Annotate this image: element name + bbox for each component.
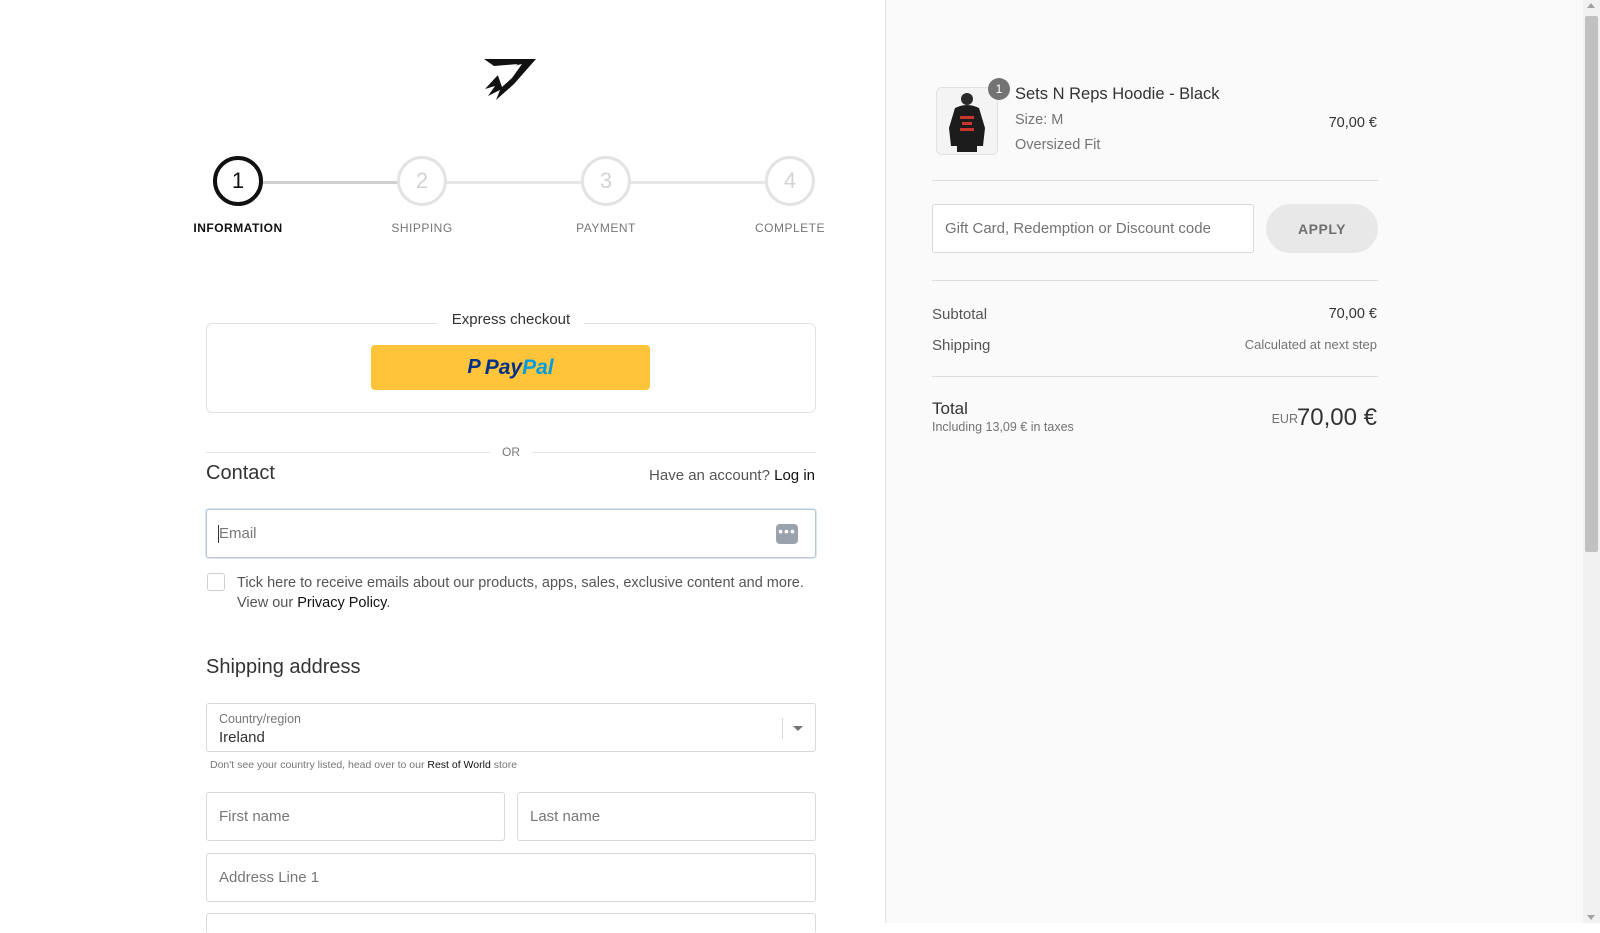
discount-code-input[interactable] bbox=[932, 204, 1254, 253]
subtotal-label: Subtotal bbox=[932, 306, 988, 323]
country-hint: Don't see your country listed, head over… bbox=[210, 759, 517, 771]
step-2-label: SHIPPING bbox=[391, 221, 453, 235]
scrollbar-thumb[interactable] bbox=[1585, 16, 1598, 552]
country-select[interactable]: Country/region Ireland bbox=[206, 703, 816, 752]
step-1-label: INFORMATION bbox=[193, 221, 283, 235]
country-label: Country/region bbox=[219, 712, 301, 726]
paypal-wordmark-pay: Pay bbox=[484, 355, 523, 379]
total-value: 70,00 € bbox=[1296, 404, 1377, 431]
shipping-cost-value: Calculated at next step bbox=[1244, 337, 1377, 352]
step-connector-3 bbox=[630, 181, 766, 184]
country-value: Ireland bbox=[219, 729, 265, 746]
country-hint-suffix: store bbox=[490, 759, 518, 771]
email-input[interactable] bbox=[206, 509, 816, 558]
last-name-input[interactable] bbox=[517, 792, 816, 841]
subtotal-value: 70,00 € bbox=[1328, 306, 1377, 322]
product-thumbnail bbox=[936, 87, 998, 155]
total-currency: EUR bbox=[1271, 412, 1298, 426]
product-fit: Oversized Fit bbox=[1015, 137, 1101, 153]
step-connector-1 bbox=[262, 181, 398, 184]
step-4-label: COMPLETE bbox=[754, 221, 825, 235]
text-caret bbox=[218, 525, 219, 543]
scroll-down-arrow-icon[interactable] bbox=[1587, 915, 1595, 920]
shipping-address-heading: Shipping address bbox=[206, 656, 361, 678]
taxes-note: Including 13,09 € in taxes bbox=[932, 420, 1074, 434]
autofill-dots-icon[interactable]: ••• bbox=[776, 524, 798, 544]
account-prompt: Have an account? Log in bbox=[515, 467, 815, 484]
first-name-input[interactable] bbox=[206, 792, 505, 841]
rest-of-world-link[interactable]: Rest of World bbox=[427, 759, 490, 771]
country-hint-text: Don't see your country listed, head over… bbox=[210, 759, 428, 771]
page-scrollbar[interactable] bbox=[1583, 0, 1600, 923]
apply-discount-button[interactable]: APPLY bbox=[1266, 204, 1378, 253]
express-checkout-title: Express checkout bbox=[438, 311, 584, 328]
or-divider-text: OR bbox=[502, 445, 520, 459]
step-3-label: PAYMENT bbox=[576, 221, 636, 235]
contact-heading: Contact bbox=[206, 462, 275, 484]
paypal-wordmark-pal: Pal bbox=[522, 355, 554, 379]
shipping-cost-label: Shipping bbox=[932, 337, 991, 354]
paypal-logo-icon: P bbox=[467, 356, 481, 378]
step-2-circle: 2 bbox=[397, 156, 447, 206]
newsletter-text-suffix: . bbox=[386, 595, 391, 611]
address-line-2-input[interactable] bbox=[206, 913, 816, 933]
or-divider-right bbox=[532, 452, 816, 453]
product-size: Size: M bbox=[1015, 112, 1064, 128]
total-label: Total bbox=[932, 399, 968, 418]
newsletter-checkbox[interactable] bbox=[207, 573, 225, 591]
select-separator bbox=[782, 718, 783, 739]
scroll-up-arrow-icon[interactable] bbox=[1587, 3, 1595, 8]
address-line-1-input[interactable] bbox=[206, 853, 816, 902]
privacy-policy-link[interactable]: Privacy Policy bbox=[297, 595, 386, 611]
step-4-circle: 4 bbox=[765, 156, 815, 206]
step-1-circle[interactable]: 1 bbox=[213, 156, 263, 206]
account-prompt-text: Have an account? bbox=[649, 467, 770, 484]
summary-divider-1 bbox=[932, 180, 1378, 181]
product-price: 70,00 € bbox=[1328, 115, 1377, 131]
newsletter-label: Tick here to receive emails about our pr… bbox=[237, 573, 827, 613]
summary-divider-3 bbox=[932, 376, 1378, 377]
or-divider-left bbox=[206, 452, 490, 453]
chevron-down-icon[interactable] bbox=[793, 726, 803, 731]
step-3-circle: 3 bbox=[581, 156, 631, 206]
paypal-button[interactable]: P Pay Pal bbox=[371, 345, 650, 390]
product-name: Sets N Reps Hoodie - Black bbox=[1015, 85, 1220, 103]
gymshark-logo-icon[interactable] bbox=[482, 56, 538, 102]
hoodie-image-icon bbox=[937, 88, 997, 154]
step-connector-2 bbox=[446, 181, 582, 184]
checkout-form-panel: 1 2 3 4 INFORMATION SHIPPING PAYMENT COM… bbox=[0, 0, 885, 933]
summary-divider-2 bbox=[932, 280, 1378, 281]
quantity-badge: 1 bbox=[988, 78, 1010, 100]
login-link[interactable]: Log in bbox=[774, 467, 815, 484]
